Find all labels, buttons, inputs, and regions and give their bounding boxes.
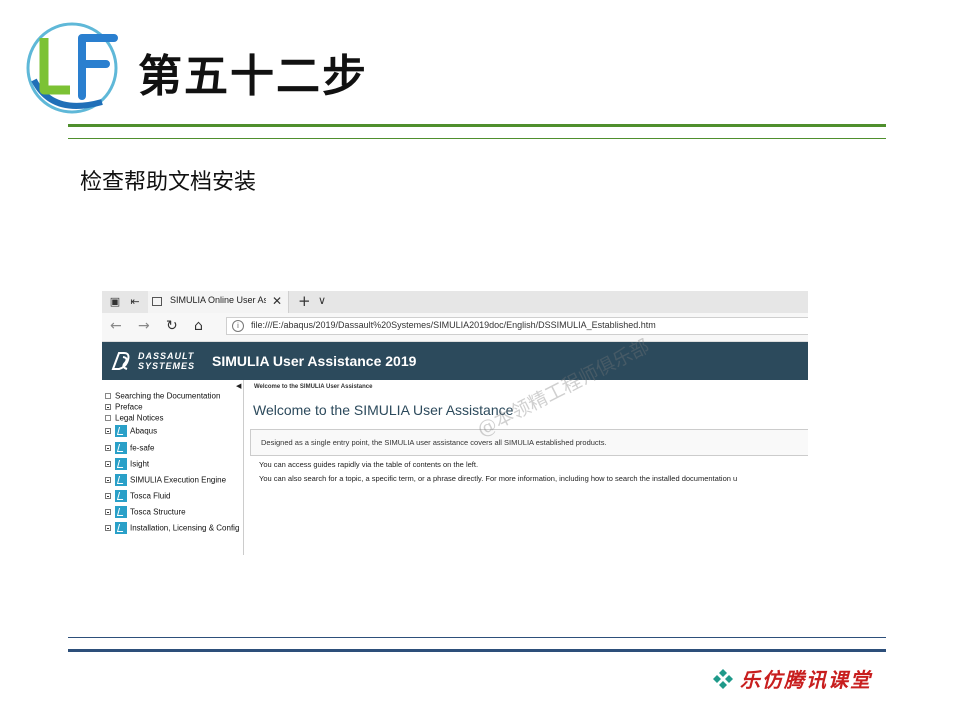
- expand-plus-icon[interactable]: [105, 403, 111, 410]
- product-book-icon: [115, 522, 127, 534]
- topic-square-icon: [105, 392, 111, 399]
- product-book-icon: [115, 506, 127, 518]
- address-text: file:///E:/abaqus/2019/Dassault%20System…: [251, 320, 656, 330]
- address-bar[interactable]: i file:///E:/abaqus/2019/Dassault%20Syst…: [226, 317, 808, 335]
- slide-title: 第五十二步: [138, 51, 368, 102]
- toc-item[interactable]: Tosca Structure: [105, 506, 186, 520]
- browser-screenshot: ▣ ⇤ SIMULIA Online User As ✕ + ∨ ← → ↻ ⌂…: [102, 291, 808, 555]
- toc-item[interactable]: fe-safe: [105, 442, 154, 456]
- breadcrumb: Welcome to the SIMULIA User Assistance: [254, 384, 373, 390]
- expand-plus-icon[interactable]: [105, 428, 111, 434]
- toc-item-label: Searching the Documentation: [115, 391, 221, 401]
- brand-line-1: DASSAULT: [138, 351, 195, 361]
- toc-item-label: Isight: [130, 459, 150, 469]
- intro-note: Designed as a single entry point, the SI…: [250, 429, 808, 456]
- collapse-sidebar-icon[interactable]: ◀: [236, 382, 241, 390]
- slide-subtitle: 检查帮助文档安装: [80, 170, 257, 195]
- refresh-button[interactable]: ↻: [166, 318, 178, 334]
- toc-item-label: fe-safe: [130, 443, 155, 453]
- dassault-logo-icon: [111, 352, 130, 370]
- toc-item[interactable]: Isight: [105, 458, 149, 472]
- simulia-banner: DASSAULT SYSTEMES SIMULIA User Assistanc…: [102, 342, 808, 380]
- tab-close-icon[interactable]: ✕: [272, 294, 282, 308]
- page-icon: [152, 297, 162, 306]
- expand-plus-icon[interactable]: [105, 493, 111, 499]
- toc-item-label: Installation, Licensing & Config: [130, 523, 240, 533]
- toc-sidebar: ◀ Searching the Documentation Preface Lega…: [102, 380, 244, 555]
- toc-item-label: SIMULIA Execution Engine: [130, 475, 227, 485]
- toc-item[interactable]: SIMULIA Execution Engine: [105, 474, 226, 488]
- tab-preview-icon[interactable]: ▣: [108, 295, 122, 309]
- tab-menu-chevron-icon[interactable]: ∨: [318, 294, 326, 307]
- diamond-cluster-icon: [713, 669, 733, 689]
- new-tab-button[interactable]: +: [298, 292, 311, 310]
- banner-title: SIMULIA User Assistance 2019: [212, 353, 417, 369]
- brand-line-2: SYSTEMES: [138, 361, 196, 371]
- tab-simulia[interactable]: SIMULIA Online User As ✕: [148, 291, 289, 313]
- product-book-icon: [115, 490, 127, 502]
- info-icon[interactable]: i: [232, 320, 244, 332]
- back-button[interactable]: ←: [110, 318, 122, 334]
- set-aside-tabs-icon[interactable]: ⇤: [128, 295, 142, 309]
- product-book-icon: [115, 458, 127, 470]
- note-text: Designed as a single entry point, the SI…: [261, 438, 607, 447]
- toc-item-label: Tosca Fluid: [130, 491, 171, 501]
- tab-bar: ▣ ⇤ SIMULIA Online User As ✕ + ∨: [102, 291, 808, 313]
- product-book-icon: [115, 442, 127, 454]
- expand-plus-icon[interactable]: [105, 477, 111, 483]
- toc-item[interactable]: Abaqus: [105, 425, 157, 439]
- toc-item-label: Preface: [115, 402, 143, 412]
- paragraph: You can access guides rapidly via the ta…: [259, 460, 479, 469]
- toc-item-label: Tosca Structure: [130, 507, 186, 517]
- header-rule-thick: [68, 124, 886, 127]
- footer-brand: 乐仿腾讯课堂: [740, 668, 872, 692]
- expand-plus-icon[interactable]: [105, 509, 111, 515]
- toc-item-label: Abaqus: [130, 426, 158, 436]
- footer-rule-thick: [68, 649, 886, 652]
- header-rule-thin: [68, 138, 886, 139]
- tab-title: SIMULIA Online User As: [170, 295, 266, 305]
- forward-button[interactable]: →: [138, 318, 150, 334]
- expand-plus-icon[interactable]: [105, 461, 111, 467]
- footer-rule-thin: [68, 637, 886, 638]
- product-book-icon: [115, 425, 127, 437]
- toc-item-label: Legal Notices: [115, 413, 164, 423]
- toc-item[interactable]: Installation, Licensing & Config: [105, 522, 239, 536]
- home-button[interactable]: ⌂: [194, 318, 203, 334]
- topic-square-icon: [105, 414, 111, 421]
- product-book-icon: [115, 474, 127, 486]
- paragraph: You can also search for a topic, a speci…: [259, 474, 738, 483]
- expand-plus-icon[interactable]: [105, 525, 111, 531]
- lf-logo-icon: [26, 22, 118, 114]
- toc-item[interactable]: Tosca Fluid: [105, 490, 170, 504]
- expand-plus-icon[interactable]: [105, 445, 111, 451]
- navigation-bar: ← → ↻ ⌂ i file:///E:/abaqus/2019/Dassaul…: [102, 313, 808, 342]
